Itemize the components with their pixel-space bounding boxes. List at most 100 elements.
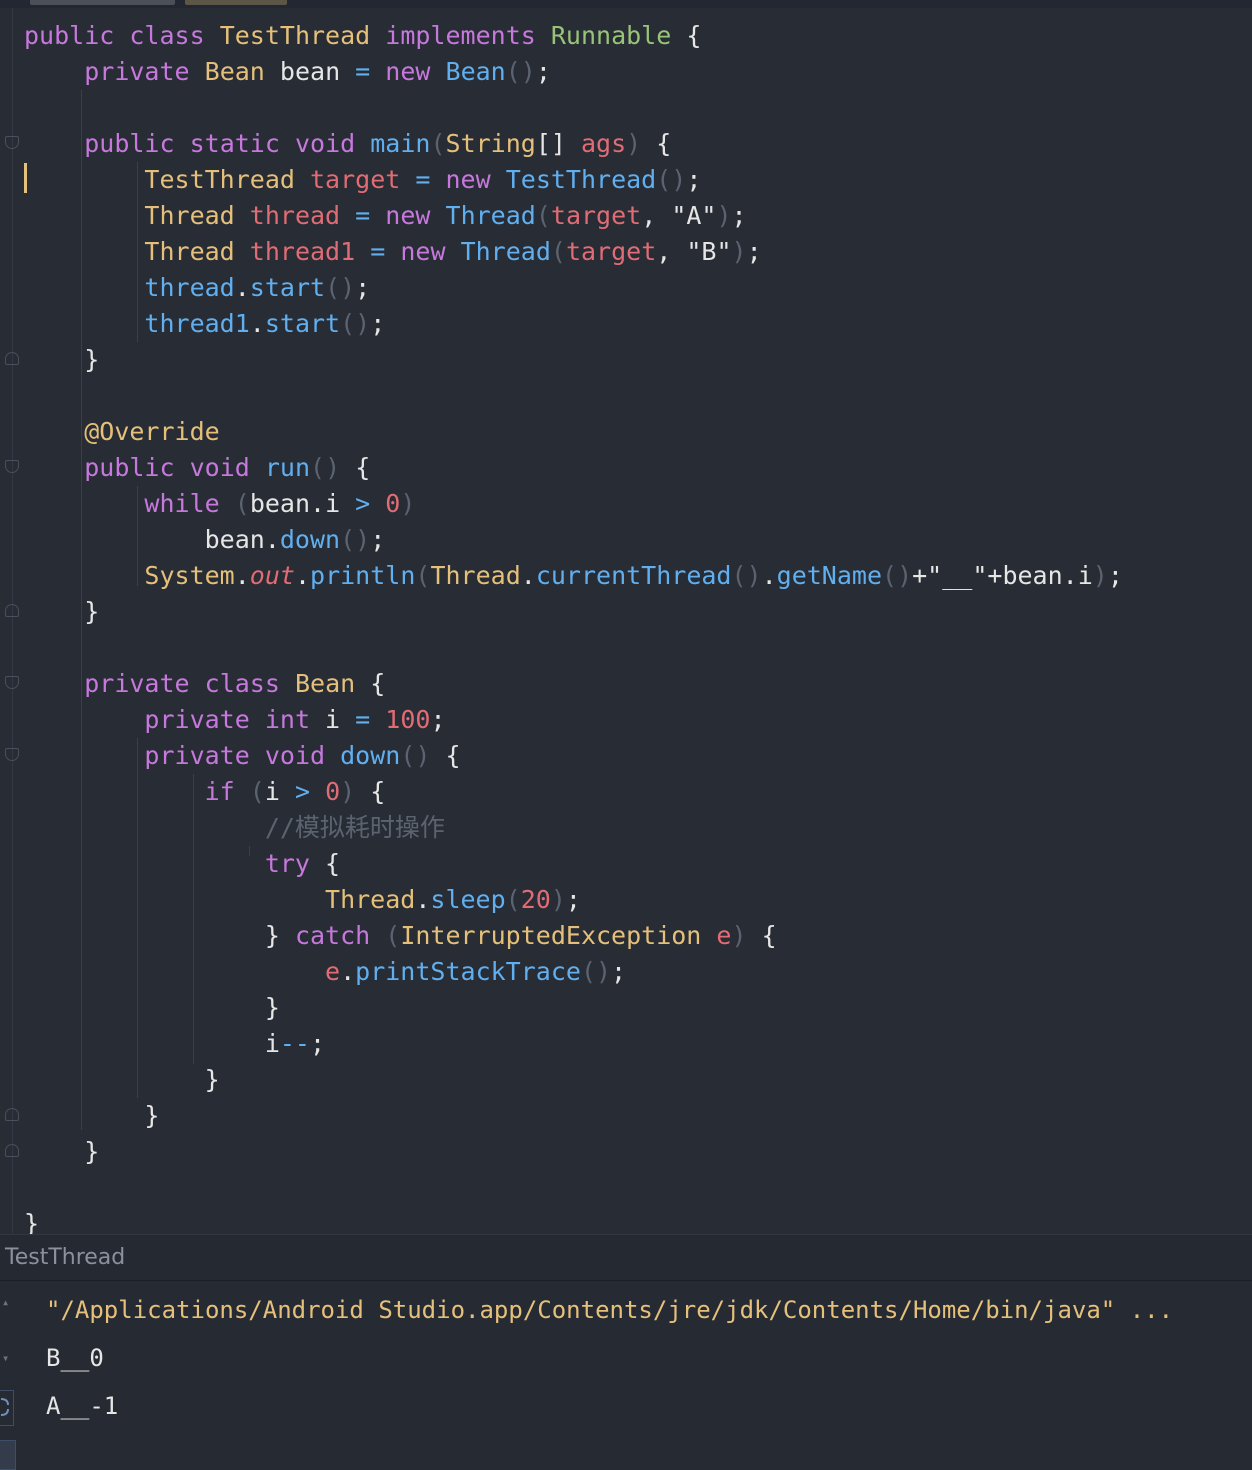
- code-line[interactable]: Thread thread = new Thread(target, "A");: [24, 198, 1123, 234]
- stop-icon[interactable]: [0, 1440, 16, 1470]
- code-line[interactable]: [24, 630, 1123, 666]
- scroll-up-icon[interactable]: ▴: [2, 1295, 9, 1309]
- code-token: e: [325, 957, 341, 986]
- code-token: --: [279, 1029, 310, 1058]
- run-panel-header: TestThread: [0, 1234, 1252, 1281]
- code-line[interactable]: try {: [24, 846, 1123, 882]
- fold-icon[interactable]: [5, 1144, 19, 1157]
- code-line[interactable]: private Bean bean = new Bean();: [24, 54, 1123, 90]
- console-line: "/Applications/Android Studio.app/Conten…: [46, 1296, 1174, 1324]
- code-line[interactable]: [24, 1170, 1123, 1206]
- code-line[interactable]: e.printStackTrace();: [24, 954, 1123, 990]
- code-token: println: [310, 561, 416, 590]
- code-token: thread1: [144, 309, 250, 338]
- code-token: Bean: [445, 57, 506, 86]
- code-token: }: [24, 1137, 100, 1166]
- code-token: new: [385, 57, 431, 86]
- code-token: TestThread: [505, 165, 657, 194]
- code-token: @Override: [84, 417, 220, 446]
- code-line[interactable]: private int i = 100;: [24, 702, 1123, 738]
- rerun-icon[interactable]: [0, 1390, 14, 1426]
- code-token: .: [234, 273, 250, 302]
- code-token: (): [580, 957, 612, 986]
- run-panel-title[interactable]: TestThread: [5, 1245, 125, 1270]
- code-line[interactable]: while (bean.i > 0): [24, 486, 1123, 522]
- code-line[interactable]: thread1.start();: [24, 306, 1123, 342]
- code-line[interactable]: Thread.sleep(20);: [24, 882, 1123, 918]
- code-token: public: [24, 21, 115, 50]
- editor-tab-active[interactable]: [185, 0, 287, 5]
- code-line[interactable]: }: [24, 990, 1123, 1026]
- fold-icon[interactable]: [5, 352, 19, 365]
- code-line[interactable]: public static void main(String[] ags) {: [24, 126, 1123, 162]
- code-line[interactable]: private void down() {: [24, 738, 1123, 774]
- code-token: (): [340, 525, 371, 554]
- code-line[interactable]: [24, 378, 1123, 414]
- code-token: }: [24, 993, 280, 1022]
- code-line[interactable]: @Override: [24, 414, 1123, 450]
- code-token: .: [415, 885, 431, 914]
- code-line[interactable]: }: [24, 594, 1123, 630]
- code-token: printStackTrace: [355, 957, 581, 986]
- code-token: try: [264, 849, 310, 878]
- code-token: Thread: [430, 561, 521, 590]
- code-token: int: [264, 705, 310, 734]
- code-token: (: [535, 201, 551, 230]
- code-token: {: [355, 669, 386, 698]
- code-line[interactable]: } catch (InterruptedException e) {: [24, 918, 1123, 954]
- code-line[interactable]: if (i > 0) {: [24, 774, 1123, 810]
- code-line[interactable]: }: [24, 1062, 1123, 1098]
- code-token: (): [310, 453, 341, 482]
- code-token: .: [234, 561, 250, 590]
- code-line[interactable]: bean.down();: [24, 522, 1123, 558]
- code-line[interactable]: Thread thread1 = new Thread(target, "B")…: [24, 234, 1123, 270]
- code-line[interactable]: private class Bean {: [24, 666, 1123, 702]
- code-line[interactable]: //模拟耗时操作: [24, 810, 1123, 846]
- editor-tab[interactable]: [30, 0, 175, 5]
- code-line[interactable]: }: [24, 342, 1123, 378]
- code-line[interactable]: i--;: [24, 1026, 1123, 1062]
- code-line[interactable]: public void run() {: [24, 450, 1123, 486]
- code-line[interactable]: System.out.println(Thread.currentThread(…: [24, 558, 1122, 594]
- code-token: ): [400, 489, 416, 518]
- code-token: getName: [776, 561, 883, 590]
- code-line[interactable]: }: [24, 1098, 1123, 1134]
- code-line[interactable]: }: [24, 1134, 1123, 1170]
- fold-icon[interactable]: [5, 604, 19, 617]
- code-token: Thread: [445, 201, 536, 230]
- code-token: (): [656, 165, 687, 194]
- code-token: new: [445, 165, 491, 194]
- code-token: (): [731, 561, 762, 590]
- code-token: ;: [355, 273, 371, 302]
- scroll-down-icon[interactable]: ▾: [2, 1351, 9, 1365]
- source-code[interactable]: public class TestThread implements Runna…: [24, 18, 1123, 1242]
- code-token: (: [249, 777, 265, 806]
- code-line[interactable]: [24, 90, 1123, 126]
- code-line[interactable]: thread.start();: [24, 270, 1123, 306]
- code-token: (): [505, 57, 536, 86]
- code-line[interactable]: TestThread target = new TestThread();: [24, 162, 1123, 198]
- fold-icon[interactable]: [5, 1108, 19, 1121]
- code-token: bean: [264, 57, 356, 86]
- code-line[interactable]: public class TestThread implements Runna…: [24, 18, 1123, 54]
- code-token: }: [24, 1101, 160, 1130]
